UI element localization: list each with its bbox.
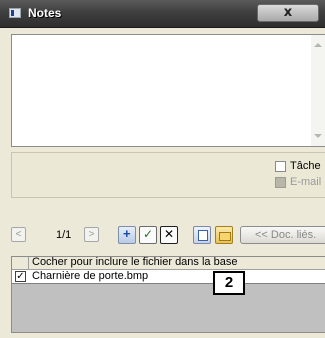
next-button[interactable]: > [84,227,99,242]
scroll-down-icon[interactable] [314,134,322,138]
app-icon [9,8,21,18]
add-icon[interactable] [118,226,136,244]
chevron-left-icon: < [15,229,22,240]
folder-icon[interactable] [215,226,233,244]
task-option[interactable]: Tâche [275,160,321,172]
list-header-label: Cocher pour inclure le fichier dans la b… [32,256,238,268]
notes-scrollbar[interactable] [311,35,325,146]
options-panel: Tâche E-mail [11,152,325,198]
scroll-up-icon[interactable] [314,43,322,47]
header-check-cell [12,257,29,269]
email-checkbox [275,176,286,188]
validate-icon[interactable] [139,226,157,244]
task-label: Tâche [290,160,321,172]
toolbar: < 1/1 > << Doc. liés. [11,224,325,246]
close-button[interactable]: x [257,4,319,22]
include-file-checkbox[interactable]: ✓ [15,271,26,282]
file-name: Charnière de porte.bmp [32,270,149,282]
file-list: Cocher pour inclure le fichier dans la b… [11,256,325,333]
title-bar[interactable]: Notes x [0,0,325,28]
delete-icon[interactable] [160,226,178,244]
email-label: E-mail [290,176,322,188]
task-checkbox[interactable] [275,160,286,172]
notes-textarea[interactable] [11,34,325,147]
notes-window: Notes x Tâche E-mail < 1/1 > + ✓ ✕ << Do… [0,0,325,338]
copy-icon[interactable] [193,226,211,244]
list-item[interactable]: ✓ Charnière de porte.bmp [12,270,325,284]
close-icon: x [283,5,293,20]
page-counter: 1/1 [56,229,72,241]
linked-docs-button[interactable]: << Doc. liés. [240,226,325,244]
email-option: E-mail [275,176,321,188]
chevron-right-icon: > [88,229,95,240]
list-header: Cocher pour inclure le fichier dans la b… [12,256,325,270]
callout-badge: 2 [213,271,245,295]
previous-button[interactable]: < [11,227,26,242]
window-title: Notes [28,6,62,20]
